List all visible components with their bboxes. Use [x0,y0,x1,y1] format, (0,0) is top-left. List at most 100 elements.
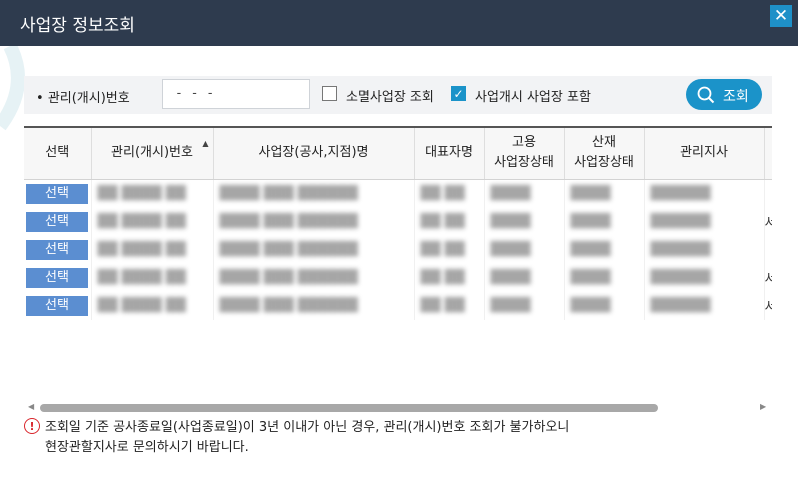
include-opened-label: 사업개시 사업장 포함 [475,90,591,105]
scroll-right-icon[interactable]: ▶ [760,402,766,411]
redacted-value: ████ ███ ██████ [219,242,358,257]
scrollbar-thumb[interactable] [40,404,658,412]
industrial-status-cell: ████ [564,291,645,320]
title-bar: 사업장 정보조회 ✕ [0,0,798,46]
notice-text: 조회일 기준 공사종료일(사업종료일)이 3년 이내가 아닌 경우, 관리(개시… [45,420,570,455]
employment-status-cell: ████ [484,235,565,264]
redacted-value: ██████ [650,270,711,285]
mgmt-no-cell: ██ ████ ██ [91,179,214,208]
select-row-button[interactable]: 선택 [26,267,88,288]
check-icon: ✓ [453,87,464,101]
employment-status-cell: ████ [484,207,565,236]
redacted-value: ██ ████ ██ [97,270,186,285]
select-row-button[interactable]: 선택 [26,295,88,316]
table-row[interactable]: 선택 ██ ████ ██ ████ ███ ██████ ██ ██ ████ ████… [24,291,772,320]
redacted-value: ██ ██ [420,242,465,257]
select-cell: 선택 [24,207,92,236]
industrial-status-cell: ████ [564,207,645,236]
redacted-value: ██ ██ [420,298,465,313]
close-button[interactable]: ✕ [770,5,792,27]
include-opened-checkbox[interactable]: ✓ [451,86,466,101]
select-row-button[interactable]: 선택 [26,183,88,204]
select-row-button[interactable]: 선택 [26,239,88,260]
business-name-cell: ████ ███ ██████ [213,179,415,208]
business-name-cell: ████ ███ ██████ [213,235,415,264]
industrial-status-cell: ████ [564,179,645,208]
grid-header-row: 선택 관리(개시)번호 ▲ 사업장(공사,지점)명 대표자명 고용 사업장상태 산재… [24,126,772,180]
mgmt-no-cell: ██ ████ ██ [91,235,214,264]
business-name-cell: ████ ███ ██████ [213,263,415,292]
business-grid: 선택 관리(개시)번호 ▲ 사업장(공사,지점)명 대표자명 고용 사업장상태 산재… [24,126,772,322]
industrial-status-cell: ████ [564,263,645,292]
redacted-value: ████ [570,270,611,285]
horizontal-scrollbar[interactable]: ◀ ▶ [24,400,772,415]
redacted-value: ████ [570,186,611,201]
redacted-value: ██████ [650,186,711,201]
overflow-cell [764,179,772,208]
redacted-value: ██ ██ [420,270,465,285]
redacted-value: ████ ███ ██████ [219,270,358,285]
close-icon: ✕ [773,6,789,26]
branch-cell: ██████ [644,291,765,320]
redacted-value: ██ ████ ██ [97,186,186,201]
col-header-business-name: 사업장(공사,지점)명 [213,126,415,180]
redacted-value: ██████ [650,214,711,229]
redacted-value: ██ ████ ██ [97,214,186,229]
representative-cell: ██ ██ [414,179,485,208]
redacted-value: ████ ███ ██████ [219,298,358,313]
col-header-select: 선택 [24,126,92,180]
business-name-cell: ████ ███ ██████ [213,291,415,320]
redacted-value: ████ ███ ██████ [219,186,358,201]
redacted-value: ████ [490,214,531,229]
branch-cell: ██████ [644,235,765,264]
mgmt-number-label: • 관리(개시)번호 [36,91,130,106]
redacted-value: ████ [570,242,611,257]
table-row[interactable]: 선택 ██ ████ ██ ████ ███ ██████ ██ ██ ████ ████… [24,207,772,236]
table-row[interactable]: 선택 ██ ████ ██ ████ ███ ██████ ██ ██ ████ ████… [24,179,772,208]
overflow-cell: 서 [764,207,772,236]
scroll-left-icon[interactable]: ◀ [28,402,34,411]
overflow-cell [764,235,772,264]
select-cell: 선택 [24,291,92,320]
redacted-value: ██ ██ [420,186,465,201]
select-cell: 선택 [24,263,92,292]
mgmt-number-input[interactable]: - - - [162,79,310,109]
col-header-representative: 대표자명 [414,126,485,180]
col-header-overflow [764,126,772,180]
table-row[interactable]: 선택 ██ ████ ██ ████ ███ ██████ ██ ██ ████ ████… [24,263,772,292]
redacted-value: ████ [570,214,611,229]
redacted-value: ████ [490,270,531,285]
branch-cell: ██████ [644,263,765,292]
select-row-button[interactable]: 선택 [26,211,88,232]
redacted-value: ████ ███ ██████ [219,214,358,229]
window-title: 사업장 정보조회 [20,16,135,36]
employment-status-cell: ████ [484,291,565,320]
col-header-employment-status: 고용 사업장상태 [484,126,565,180]
closed-business-checkbox[interactable] [322,86,337,101]
col-header-industrial-status: 산재 사업장상태 [564,126,645,180]
employment-status-cell: ████ [484,179,565,208]
alert-icon: ! [24,418,40,434]
representative-cell: ██ ██ [414,207,485,236]
business-name-cell: ████ ███ ██████ [213,207,415,236]
mgmt-no-cell: ██ ████ ██ [91,291,214,320]
employment-status-cell: ████ [484,263,565,292]
search-bar: • 관리(개시)번호 - - - 소멸사업장 조회 ✓ 사업개시 사업장 포함 … [24,76,772,114]
mgmt-no-cell: ██ ████ ██ [91,263,214,292]
overflow-cell: 서 [764,291,772,320]
search-icon [697,86,715,104]
overflow-cell: 서 [764,263,772,292]
redacted-value: ██ ██ [420,214,465,229]
table-row[interactable]: 선택 ██ ████ ██ ████ ███ ██████ ██ ██ ████ ████… [24,235,772,264]
industrial-status-cell: ████ [564,235,645,264]
representative-cell: ██ ██ [414,235,485,264]
redacted-value: ████ [490,186,531,201]
col-header-branch: 관리지사 [644,126,765,180]
search-button[interactable]: 조회 [686,79,762,110]
representative-cell: ██ ██ [414,263,485,292]
sort-asc-icon: ▲ [202,139,209,148]
col-header-mgmt-no[interactable]: 관리(개시)번호 ▲ [91,126,214,180]
redacted-value: ██████ [650,298,711,313]
select-cell: 선택 [24,235,92,264]
redacted-value: ██ ████ ██ [97,298,186,313]
